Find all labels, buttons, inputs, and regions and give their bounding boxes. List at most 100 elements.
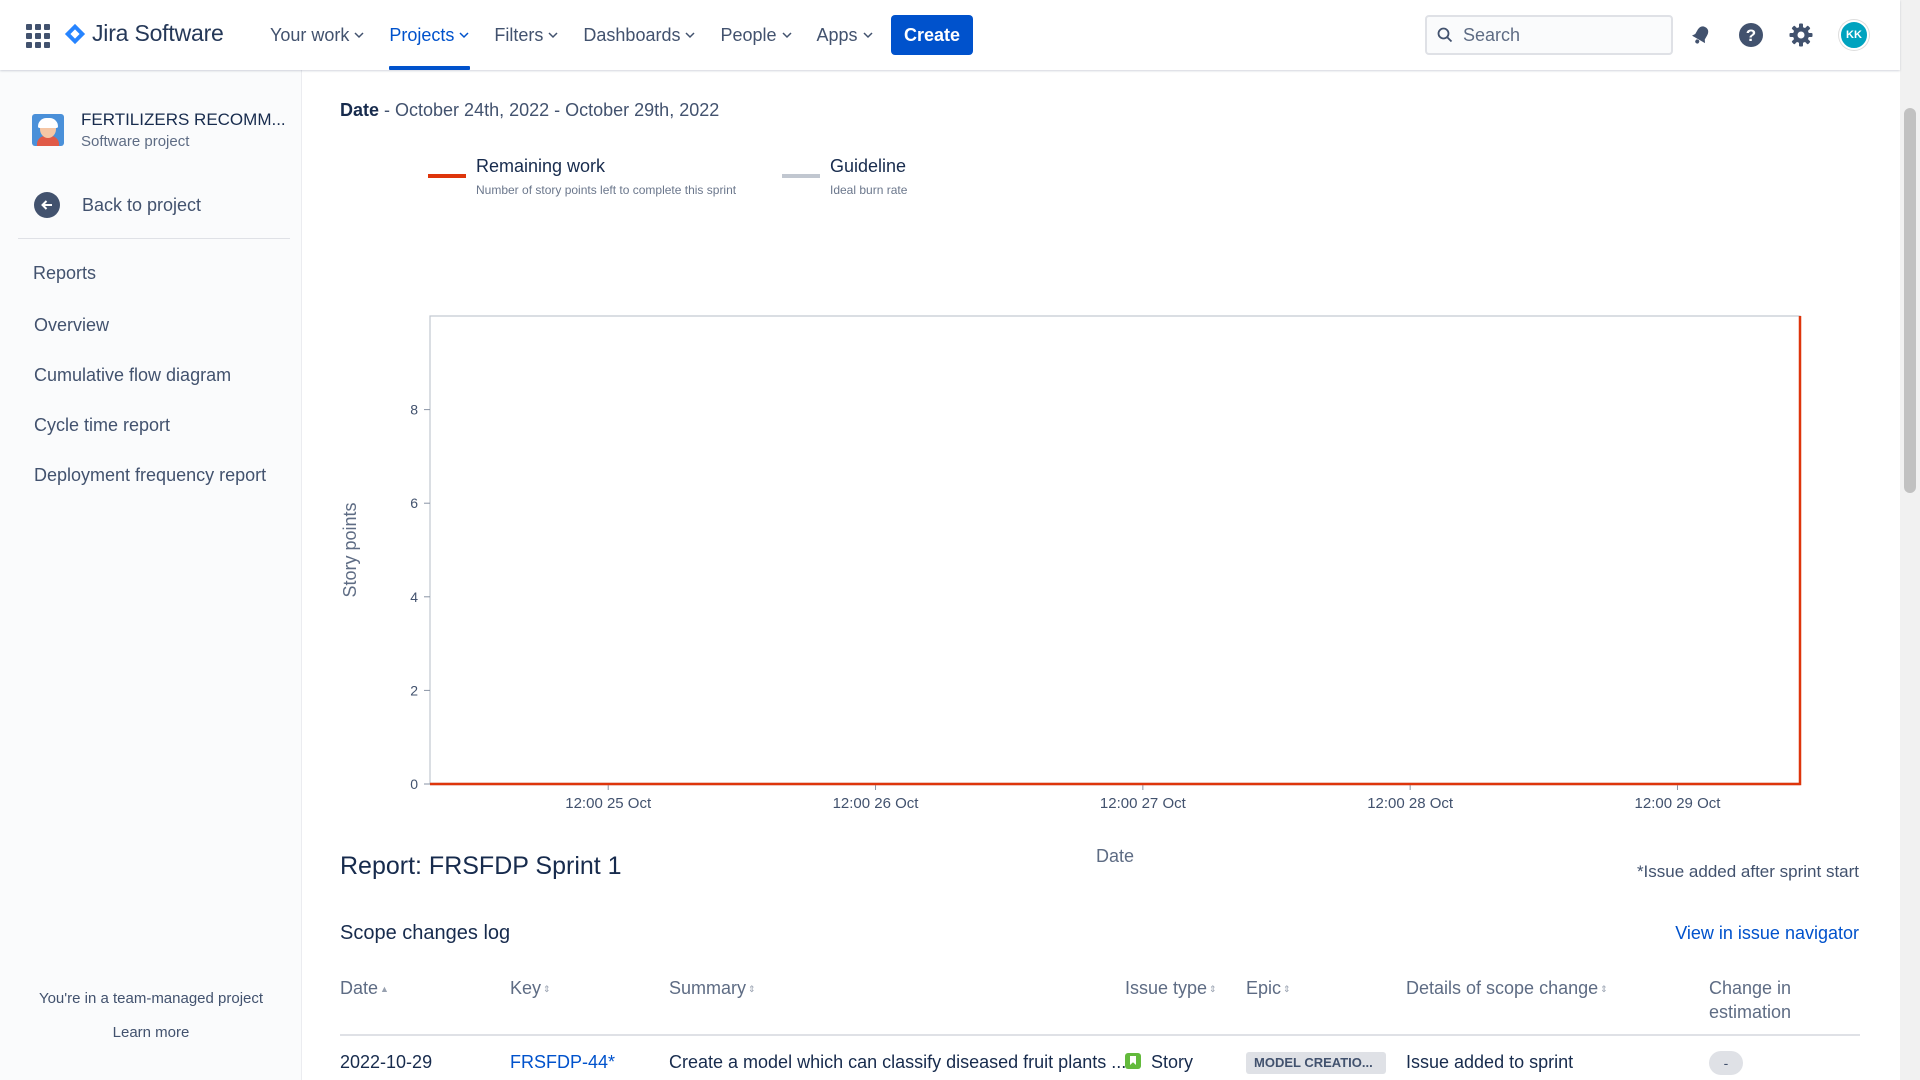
jira-logo-icon xyxy=(64,23,86,44)
reports-heading: Reports xyxy=(33,263,97,283)
sidebar-item-deployment-frequency[interactable]: Deployment frequency report xyxy=(34,450,266,500)
y-tick-label: 4 xyxy=(410,589,418,605)
create-button[interactable]: Create xyxy=(891,15,973,55)
search-input[interactable] xyxy=(1463,24,1653,46)
nav-your-work[interactable]: Your work xyxy=(258,0,377,70)
chevron-down-icon xyxy=(354,32,364,39)
search-icon xyxy=(1437,27,1453,43)
sidebar-item-cycle-time[interactable]: Cycle time report xyxy=(34,400,266,450)
svg-text:?: ? xyxy=(1746,26,1756,45)
project-sidebar: FERTILIZERS RECOMM... Software project B… xyxy=(0,70,302,1080)
column-issue-type[interactable]: Issue type ⇕ xyxy=(1125,976,1217,1001)
notifications-icon[interactable] xyxy=(1687,21,1715,49)
nav-dashboards-label: Dashboards xyxy=(583,24,681,45)
nav-filters-label: Filters xyxy=(494,24,544,45)
x-tick-label: 12:00 25 Oct xyxy=(565,795,652,812)
row-date: 2022-10-29 xyxy=(340,1052,433,1072)
report-title: Report: FRSFDP Sprint 1 xyxy=(340,852,622,880)
reports-list: Overview Cumulative flow diagram Cycle t… xyxy=(34,300,266,500)
scope-table-header: Date ▲ Key ⇕ Summary ⇕ Issue type ⇕ Epic ⇕ De… xyxy=(340,976,1860,1036)
primary-nav: Your work Projects Filters Dashboards Pe… xyxy=(258,0,886,70)
legend-guideline-swatch xyxy=(782,174,820,178)
row-epic-lozenge[interactable]: MODEL CREATIO... xyxy=(1246,1052,1386,1074)
chart-plot-border xyxy=(429,315,1801,785)
search-box[interactable] xyxy=(1425,15,1673,55)
sort-icon: ⇕ xyxy=(1209,984,1217,994)
project-type: Software project xyxy=(81,133,190,150)
nav-filters[interactable]: Filters xyxy=(482,0,571,70)
column-epic[interactable]: Epic ⇕ xyxy=(1246,976,1291,1001)
nav-projects-label: Projects xyxy=(389,24,455,45)
help-icon[interactable]: ? xyxy=(1737,21,1765,49)
series-line-remaining-work xyxy=(430,316,1802,786)
sort-icon: ⇕ xyxy=(1600,984,1608,994)
project-avatar xyxy=(32,114,64,146)
row-issue-type-label: Story xyxy=(1151,1052,1194,1072)
sort-icon: ⇕ xyxy=(543,984,551,994)
legend-remaining-work-title: Remaining work xyxy=(476,156,606,176)
sort-icon: ⇕ xyxy=(1283,984,1291,994)
x-tick-label: 12:00 28 Oct xyxy=(1367,795,1454,812)
x-tick-label: 12:00 27 Oct xyxy=(1100,795,1187,812)
table-row: 2022-10-29 FRSFDP-44* Create a model whi… xyxy=(340,1038,1860,1080)
x-tick-label: 12:00 26 Oct xyxy=(833,795,920,812)
sort-ascending-icon: ▲ xyxy=(380,984,389,994)
legend-guideline-subtitle: Ideal burn rate xyxy=(830,183,908,197)
scrollbar-thumb[interactable] xyxy=(1904,108,1916,493)
column-change-in-estimation[interactable]: Change in estimation xyxy=(1709,976,1839,1024)
sort-icon: ⇕ xyxy=(748,984,756,994)
legend-guideline: Guideline Ideal burn rate xyxy=(782,156,907,197)
y-tick-label: 8 xyxy=(410,402,418,418)
nav-dashboards[interactable]: Dashboards xyxy=(571,0,708,70)
legend-remaining-work: Remaining work Number of story points le… xyxy=(428,156,736,197)
chevron-down-icon xyxy=(782,32,792,39)
scope-note: *Issue added after sprint start xyxy=(1636,862,1859,881)
legend-remaining-work-swatch xyxy=(428,174,466,178)
back-to-project-link[interactable]: Back to project xyxy=(34,192,201,218)
question-mark-icon: ? xyxy=(1739,23,1763,47)
gear-icon xyxy=(1789,23,1813,47)
arrow-left-icon xyxy=(34,192,60,218)
user-avatar[interactable]: KK xyxy=(1839,20,1869,50)
project-header[interactable]: FERTILIZERS RECOMM... Software project xyxy=(32,110,286,150)
back-to-project-label: Back to project xyxy=(82,194,202,215)
nav-people-label: People xyxy=(720,24,777,45)
row-scope-change-details: Issue added to sprint xyxy=(1406,1052,1574,1072)
learn-more-link[interactable]: Learn more xyxy=(0,1024,302,1041)
y-tick-label: 6 xyxy=(410,495,418,511)
x-axis-label: Date xyxy=(1096,846,1134,866)
row-change-in-estimation: - xyxy=(1709,1051,1743,1075)
chevron-down-icon xyxy=(685,32,695,39)
row-issue-key-link[interactable]: FRSFDP-44* xyxy=(510,1052,615,1073)
date-label: Date xyxy=(340,100,380,120)
app-switcher-icon[interactable] xyxy=(26,24,50,48)
date-range-value: - October 24th, 2022 - October 29th, 202… xyxy=(384,100,720,120)
app-name: Jira Software xyxy=(92,20,224,46)
sidebar-item-cumulative-flow[interactable]: Cumulative flow diagram xyxy=(34,350,266,400)
y-tick-label: 0 xyxy=(410,776,418,792)
row-issue-type: Story xyxy=(1125,1052,1193,1073)
view-in-issue-navigator-link[interactable]: View in issue navigator xyxy=(1675,923,1859,944)
chevron-down-icon xyxy=(548,32,558,39)
bell-icon xyxy=(1692,26,1709,44)
settings-icon[interactable] xyxy=(1787,21,1815,49)
date-range: Date - October 24th, 2022 - October 29th… xyxy=(340,100,719,121)
jira-logo[interactable]: Jira Software xyxy=(64,20,224,47)
page-scrollbar[interactable] xyxy=(1900,0,1920,1080)
nav-projects[interactable]: Projects xyxy=(377,0,482,70)
team-managed-note: You're in a team-managed project xyxy=(38,990,264,1007)
column-summary[interactable]: Summary ⇕ xyxy=(669,976,756,1001)
column-details[interactable]: Details of scope change ⇕ xyxy=(1406,976,1608,1001)
nav-people[interactable]: People xyxy=(708,0,804,70)
burndown-chart: 0 2 4 6 8 12:00 25 Oct 12:00 26 Oct 12:00 27 Oc… xyxy=(340,315,1802,866)
y-tick-label: 2 xyxy=(410,682,418,698)
x-tick-label: 12:00 29 Oct xyxy=(1635,795,1722,812)
row-summary: Create a model which can classify diseas… xyxy=(669,1052,1127,1072)
legend-remaining-work-subtitle: Number of story points left to complete … xyxy=(476,183,737,197)
top-navigation: Jira Software Your work Projects Filters… xyxy=(0,0,1900,70)
column-date[interactable]: Date ▲ xyxy=(340,976,389,1001)
nav-apps[interactable]: Apps xyxy=(805,0,886,70)
sidebar-item-overview[interactable]: Overview xyxy=(34,300,266,350)
column-key[interactable]: Key ⇕ xyxy=(510,976,551,1001)
story-icon xyxy=(1125,1053,1141,1069)
